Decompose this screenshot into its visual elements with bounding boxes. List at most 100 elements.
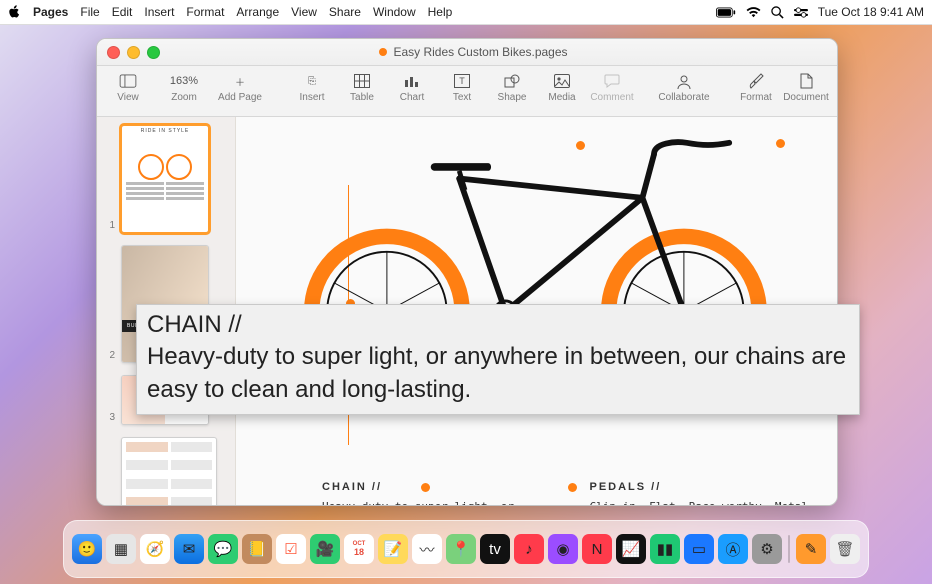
section-pedals: PEDALS // Clip-in. Flat. Race worthy. Me… <box>590 481 818 505</box>
menu-help[interactable]: Help <box>428 5 453 19</box>
insert-icon: ⎘ <box>303 72 321 90</box>
bars-icon: ▮▮ <box>657 540 674 558</box>
dock-maps[interactable]: 📍 <box>446 534 476 564</box>
toolbar-collaborate[interactable]: Collaborate <box>661 70 707 103</box>
thumbnail-1-number: 1 <box>107 220 115 233</box>
dock-stocks[interactable]: 📈 <box>616 534 646 564</box>
toolbar-add-page[interactable]: ＋ Add Page <box>217 70 263 103</box>
window-title-text: Easy Rides Custom Bikes.pages <box>393 45 567 59</box>
toolbar-comment-label: Comment <box>590 92 633 103</box>
zoom-value: 163% <box>168 72 200 90</box>
toolbar-insert[interactable]: ⎘ Insert <box>289 70 335 103</box>
thumbnail-4-number: 4 <box>107 504 115 505</box>
collaborate-icon <box>675 72 693 90</box>
dock-mail[interactable]: ✉︎ <box>174 534 204 564</box>
menu-window[interactable]: Window <box>373 5 416 19</box>
toolbar-add-page-label: Add Page <box>218 92 262 103</box>
control-center-icon[interactable] <box>794 7 808 18</box>
media-icon <box>553 72 571 90</box>
thumbnail-2-number: 2 <box>107 350 115 363</box>
thumbnail-1[interactable]: 1 RIDE IN STYLE <box>107 125 225 233</box>
dock-facetime[interactable]: 🎥 <box>310 534 340 564</box>
table-icon <box>353 72 371 90</box>
tv-icon: tv <box>489 541 501 558</box>
dock-messages[interactable]: 💬 <box>208 534 238 564</box>
toolbar-view[interactable]: View <box>105 70 151 103</box>
dock-separator <box>788 535 790 563</box>
envelope-icon: ✉︎ <box>183 540 196 558</box>
callout-dot-chain-icon <box>421 483 430 492</box>
dock-contacts[interactable]: 📒 <box>242 534 272 564</box>
section-chain: CHAIN // Heavy-duty to super light, or a… <box>322 481 550 505</box>
dock-trash[interactable]: 🗑︎ <box>830 534 860 564</box>
menu-file[interactable]: File <box>80 5 99 19</box>
toolbar-view-label: View <box>117 92 139 103</box>
textbox-icon: T <box>453 72 471 90</box>
dock-notes[interactable]: 📝 <box>378 534 408 564</box>
dock-music[interactable]: ♪ <box>514 534 544 564</box>
menubar: Pages File Edit Insert Format Arrange Vi… <box>0 0 932 25</box>
dock-launchpad[interactable]: ▦ <box>106 534 136 564</box>
dock-calendar[interactable]: OCT 18 <box>344 534 374 564</box>
dock-settings[interactable]: ⚙︎ <box>752 534 782 564</box>
sidebar-icon <box>119 72 137 90</box>
dock-keynote[interactable]: ▭ <box>684 534 714 564</box>
dock-news[interactable]: N <box>582 534 612 564</box>
section-pedals-title: PEDALS // <box>590 481 818 493</box>
section-chain-title: CHAIN // <box>322 481 550 493</box>
fullscreen-button[interactable] <box>147 46 160 59</box>
thumbnail-4[interactable]: 4 <box>107 437 225 505</box>
window-titlebar[interactable]: Easy Rides Custom Bikes.pages <box>97 39 837 66</box>
minimize-button[interactable] <box>127 46 140 59</box>
dock-finder[interactable]: 🙂 <box>72 534 102 564</box>
dock-numbers[interactable]: ▮▮ <box>650 534 680 564</box>
dock-appstore[interactable]: Ⓐ <box>718 534 748 564</box>
thumbnail-1-heading: RIDE IN STYLE <box>122 126 208 136</box>
menu-insert[interactable]: Insert <box>144 5 174 19</box>
thumbnail-1-textstrip-icon <box>122 180 208 202</box>
scribble-icon: 〰︎ <box>419 539 434 560</box>
menu-app-name[interactable]: Pages <box>33 5 68 19</box>
dock-freeform[interactable]: 〰︎ <box>412 534 442 564</box>
menu-view[interactable]: View <box>291 5 317 19</box>
toolbar-document[interactable]: Document <box>783 70 829 103</box>
battery-icon[interactable] <box>716 7 736 18</box>
toolbar-collaborate-label: Collaborate <box>658 92 709 103</box>
wifi-icon[interactable] <box>746 7 761 18</box>
dock-podcasts[interactable]: ◉ <box>548 534 578 564</box>
apple-menu-icon[interactable] <box>8 5 21 19</box>
menu-arrange[interactable]: Arrange <box>236 5 279 19</box>
toolbar-zoom[interactable]: 163% Zoom <box>155 70 213 103</box>
document-icon <box>797 72 815 90</box>
dock-pages[interactable]: ✎ <box>796 534 826 564</box>
calendar-day: 18 <box>354 547 364 557</box>
toolbar-chart-label: Chart <box>400 92 424 103</box>
menu-share[interactable]: Share <box>329 5 361 19</box>
news-icon: N <box>592 541 603 558</box>
menu-format[interactable]: Format <box>186 5 224 19</box>
plus-icon: ＋ <box>231 72 249 90</box>
window-title: Easy Rides Custom Bikes.pages <box>379 45 567 59</box>
hover-text-title: CHAIN // <box>147 309 849 341</box>
toolbar-text[interactable]: T Text <box>439 70 485 103</box>
toolbar-shape-label: Shape <box>498 92 527 103</box>
toolbar-chart[interactable]: Chart <box>389 70 435 103</box>
dock-reminders[interactable]: ☑︎ <box>276 534 306 564</box>
podium-icon: ▭ <box>692 540 706 558</box>
pen-icon: ✎ <box>805 540 818 558</box>
thumbnail-4-preview[interactable] <box>121 437 217 505</box>
compass-icon: 🧭 <box>146 540 165 558</box>
thumbnail-1-preview[interactable]: RIDE IN STYLE <box>121 125 209 233</box>
spotlight-icon[interactable] <box>771 6 784 19</box>
toolbar-media[interactable]: Media <box>539 70 585 103</box>
menubar-clock[interactable]: Tue Oct 18 9:41 AM <box>818 5 924 19</box>
toolbar-format[interactable]: Format <box>733 70 779 103</box>
video-icon: 🎥 <box>316 540 335 558</box>
toolbar-table[interactable]: Table <box>339 70 385 103</box>
toolbar-shape[interactable]: Shape <box>489 70 535 103</box>
menu-edit[interactable]: Edit <box>112 5 133 19</box>
dock-tv[interactable]: tv <box>480 534 510 564</box>
finder-icon: 🙂 <box>78 540 97 558</box>
dock-safari[interactable]: 🧭 <box>140 534 170 564</box>
close-button[interactable] <box>107 46 120 59</box>
